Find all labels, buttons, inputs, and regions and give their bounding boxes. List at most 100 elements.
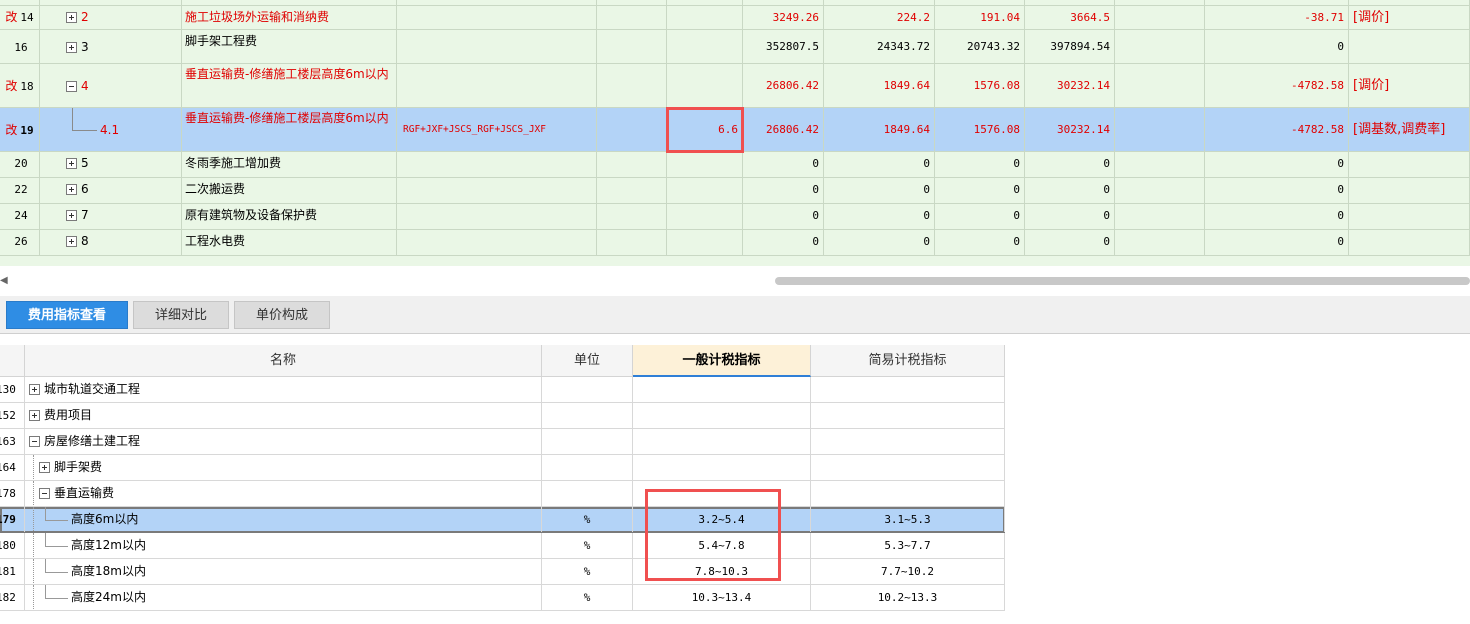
code-cell[interactable]: 8 — [40, 230, 182, 255]
note-cell[interactable]: [调基数,调费率] — [1349, 108, 1470, 151]
value-cell[interactable]: 0 — [935, 204, 1025, 229]
base-expression-cell[interactable] — [397, 152, 597, 177]
amount-cell[interactable]: 0 — [743, 178, 824, 203]
note-cell[interactable] — [1349, 0, 1470, 5]
amount-cell[interactable]: 0 — [743, 152, 824, 177]
unit-cell[interactable] — [542, 377, 633, 402]
fee-table-row[interactable]: 改 19 4.1 垂直运输费-修缮施工楼层高度6m以内 RGF+JXF+JSCS_RGF… — [0, 108, 1470, 152]
simple-tax-index-cell[interactable] — [811, 429, 1005, 454]
base-expression-cell[interactable] — [397, 6, 597, 29]
note-cell[interactable] — [1349, 30, 1470, 63]
unit-cell[interactable] — [542, 403, 633, 428]
expand-plus-icon[interactable] — [66, 158, 77, 169]
simple-tax-index-cell[interactable]: 10.2~13.3 — [811, 585, 1005, 610]
code-cell[interactable]: 5 — [40, 152, 182, 177]
general-tax-index-cell[interactable]: 10.3~13.4 — [633, 585, 811, 610]
row-number-cell[interactable]: 26 — [0, 230, 40, 255]
base-expression-cell[interactable] — [397, 178, 597, 203]
general-tax-index-cell[interactable] — [633, 455, 811, 480]
rate-cell[interactable] — [667, 6, 743, 29]
rate-cell[interactable] — [667, 178, 743, 203]
note-cell[interactable] — [1349, 152, 1470, 177]
expand-plus-icon[interactable] — [66, 210, 77, 221]
general-tax-index-cell[interactable] — [633, 403, 811, 428]
value-cell[interactable]: 30232.14 — [1025, 108, 1115, 151]
value-cell[interactable]: 0 — [1025, 178, 1115, 203]
general-tax-index-cell[interactable] — [633, 481, 811, 506]
rate-cell[interactable] — [667, 204, 743, 229]
index-table-row[interactable]: 178 垂直运输费 — [0, 481, 1005, 507]
simple-tax-index-cell[interactable]: 7.7~10.2 — [811, 559, 1005, 584]
horizontal-scrollbar[interactable]: ◀ — [0, 270, 1470, 286]
fee-table-row[interactable]: 改 18 4 垂直运输费-修缮施工楼层高度6m以内 26806.42 1849.64 157… — [0, 64, 1470, 108]
difference-cell[interactable] — [1205, 0, 1349, 5]
value-cell[interactable]: 191.04 — [935, 6, 1025, 29]
value-cell[interactable]: 0 — [1025, 204, 1115, 229]
name-cell[interactable]: 垂直运输费-修缮施工楼层高度6m以内 — [182, 64, 397, 107]
row-number-cell[interactable]: 改 19 — [0, 108, 40, 151]
row-number-cell[interactable]: 改 14 — [0, 6, 40, 29]
index-table-row[interactable]: 181 高度18m以内%7.8~10.37.7~10.2 — [0, 559, 1005, 585]
name-cell[interactable]: 施工垃圾场外运输和消纳费 — [182, 6, 397, 29]
value-cell[interactable]: 0 — [824, 152, 935, 177]
collapse-minus-icon[interactable] — [39, 488, 50, 499]
name-cell[interactable]: 冬雨季施工增加费 — [182, 152, 397, 177]
difference-cell[interactable]: 0 — [1205, 204, 1349, 229]
amount-cell[interactable] — [743, 0, 824, 5]
value-cell[interactable] — [935, 0, 1025, 5]
unit-cell[interactable] — [542, 429, 633, 454]
unit-cell[interactable]: % — [542, 507, 633, 532]
value-cell[interactable]: 20743.32 — [935, 30, 1025, 63]
amount-cell[interactable]: 0 — [743, 204, 824, 229]
value-cell[interactable]: 0 — [1025, 230, 1115, 255]
value-cell[interactable]: 1849.64 — [824, 108, 935, 151]
fee-table-row[interactable]: 22 6 二次搬运费 0 0 0 0 0 — [0, 178, 1470, 204]
index-name-cell[interactable]: 高度18m以内 — [25, 559, 542, 584]
code-cell[interactable]: 2 — [40, 6, 182, 29]
difference-cell[interactable]: 0 — [1205, 30, 1349, 63]
expand-plus-icon[interactable] — [66, 12, 77, 23]
simple-tax-index-cell[interactable] — [811, 481, 1005, 506]
index-name-cell[interactable]: 费用项目 — [25, 403, 542, 428]
rate-cell[interactable] — [667, 0, 743, 5]
value-cell[interactable]: 0 — [824, 178, 935, 203]
unit-cell[interactable]: % — [542, 585, 633, 610]
value-cell[interactable]: 0 — [935, 178, 1025, 203]
difference-cell[interactable]: -4782.58 — [1205, 64, 1349, 107]
unit-cell[interactable]: % — [542, 559, 633, 584]
amount-cell[interactable]: 0 — [743, 230, 824, 255]
scroll-left-arrow-icon[interactable]: ◀ — [0, 275, 8, 286]
base-expression-cell[interactable] — [397, 204, 597, 229]
index-table-row[interactable]: 180 高度12m以内%5.4~7.85.3~7.7 — [0, 533, 1005, 559]
tab-detail-compare[interactable]: 详细对比 — [133, 301, 229, 329]
index-name-cell[interactable]: 高度24m以内 — [25, 585, 542, 610]
note-cell[interactable]: [调价] — [1349, 64, 1470, 107]
index-table-row[interactable]: 130 城市轨道交通工程 — [0, 377, 1005, 403]
value-cell[interactable]: 3664.5 — [1025, 6, 1115, 29]
note-cell[interactable] — [1349, 178, 1470, 203]
index-name-cell[interactable]: 高度6m以内 — [25, 507, 542, 532]
index-table-row[interactable]: 164 脚手架费 — [0, 455, 1005, 481]
unit-cell[interactable] — [542, 455, 633, 480]
index-name-cell[interactable]: 脚手架费 — [25, 455, 542, 480]
difference-cell[interactable]: -38.71 — [1205, 6, 1349, 29]
value-cell[interactable]: 30232.14 — [1025, 64, 1115, 107]
row-number-cell[interactable]: 20 — [0, 152, 40, 177]
expand-plus-icon[interactable] — [29, 410, 40, 421]
base-expression-cell[interactable]: RGF+JXF+JSCS_RGF+JSCS_JXF — [397, 108, 597, 151]
general-tax-index-cell[interactable] — [633, 377, 811, 402]
scrollbar-thumb[interactable] — [775, 277, 1470, 285]
rate-cell[interactable] — [667, 230, 743, 255]
expand-plus-icon[interactable] — [29, 384, 40, 395]
row-number-cell[interactable]: 16 — [0, 30, 40, 63]
difference-cell[interactable]: 0 — [1205, 178, 1349, 203]
header-simple-tax-index[interactable]: 简易计税指标 — [811, 345, 1005, 377]
difference-cell[interactable]: 0 — [1205, 230, 1349, 255]
fee-index-grid[interactable]: 名称 单位 一般计税指标 简易计税指标 130 城市轨道交通工程 152 费用项目 16… — [0, 345, 1005, 624]
note-cell[interactable]: [调价] — [1349, 6, 1470, 29]
amount-cell[interactable]: 3249.26 — [743, 6, 824, 29]
index-table-row[interactable]: 179 高度6m以内%3.2~5.43.1~5.3 — [0, 507, 1005, 533]
general-tax-index-cell[interactable]: 7.8~10.3 — [633, 559, 811, 584]
value-cell[interactable]: 1849.64 — [824, 64, 935, 107]
code-cell[interactable]: 4 — [40, 64, 182, 107]
